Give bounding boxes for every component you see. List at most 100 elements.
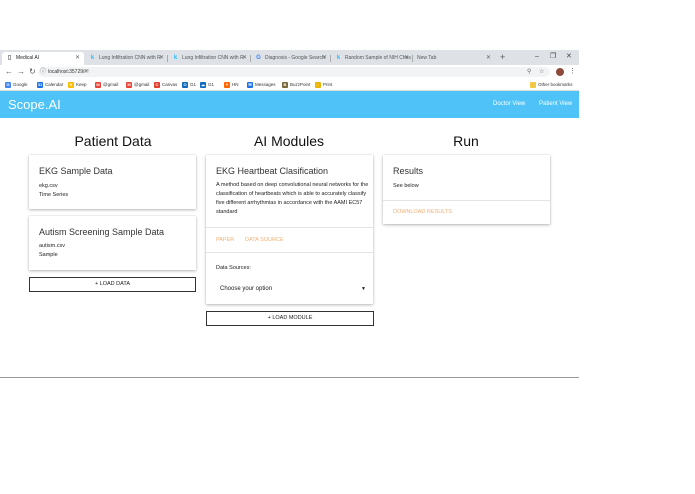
bookmark-label: HN [232, 82, 239, 87]
tab-lung-infiltration-1[interactable]: k Lung Infiltration CNN with R ✕ [85, 52, 168, 65]
close-icon[interactable]: ✕ [159, 52, 164, 65]
run-title: Run [453, 133, 479, 149]
ai-module-card: EKG Heartbeat Clasification A method bas… [206, 155, 373, 304]
close-icon[interactable]: ✕ [242, 52, 247, 65]
results-card: Results See below DOWNLOAD RESULTS [383, 155, 550, 224]
bookmark-label: Canvas [162, 82, 178, 87]
bookmark-label: Calendar [45, 82, 64, 87]
back-arrow-icon[interactable]: ← [5, 66, 13, 78]
tab-title: New Tab [417, 55, 437, 61]
tab-title: Random Sample of NIH Ches [345, 55, 411, 61]
ai-modules-title: AI Modules [253, 133, 325, 149]
forward-arrow-icon[interactable]: → [17, 66, 25, 78]
bookmark-icon: ✉ [247, 82, 253, 88]
bookmark-item[interactable]: B BuzzPoint [282, 80, 310, 90]
module-description: A method based on deep convolutional neu… [216, 182, 369, 215]
tab-new-tab[interactable]: New Tab ✕ [413, 52, 495, 65]
tab-title: Lung Infiltration CNN with R [182, 55, 244, 61]
bookmark-star-icon[interactable]: ☆ [539, 67, 544, 77]
close-icon[interactable]: ✕ [486, 52, 491, 65]
bookmark-item[interactable]: M @gmail [126, 80, 149, 90]
maximize-button[interactable]: ❐ [550, 51, 556, 63]
kaggle-icon: k [336, 55, 341, 61]
minimize-button[interactable]: – [535, 51, 539, 63]
google-icon: G [256, 55, 261, 61]
avatar[interactable] [556, 68, 564, 76]
card-title: Results [393, 166, 424, 176]
bookmark-label: @gmail [134, 82, 150, 87]
close-icon[interactable]: ✕ [75, 52, 80, 65]
nav-doctor-view[interactable]: Doctor View [493, 100, 525, 109]
card-type: Time Series [39, 192, 69, 198]
bookmark-icon: ✋ [315, 82, 321, 88]
reload-icon[interactable]: ↻ [29, 66, 36, 78]
bookmark-label: BuzzPoint [290, 82, 311, 87]
close-icon[interactable]: ✕ [322, 52, 327, 65]
other-bookmarks[interactable]: Other bookmarks [530, 80, 573, 90]
tab-medical-ai[interactable]: ▯ Medical AI ✕ [2, 52, 84, 65]
bookmark-icon: B [282, 82, 288, 88]
bookmark-icon: 31 [37, 82, 43, 88]
data-sources-label: Data Sources: [216, 265, 251, 271]
load-data-button[interactable]: + LOAD DATA [29, 277, 196, 292]
card-title: EKG Heartbeat Clasification [216, 166, 329, 176]
info-icon[interactable]: ⓘ [40, 67, 46, 77]
bookmark-icon: G [5, 82, 11, 88]
menu-kebab-icon[interactable]: ⋮ [569, 66, 576, 78]
data-source-select[interactable]: Choose your option ▼ [216, 282, 366, 296]
tab-lung-infiltration-2[interactable]: k Lung Infiltration CNN with R ✕ [168, 52, 251, 65]
results-text: See below [393, 183, 419, 189]
patient-data-card[interactable]: EKG Sample Data ekg.csv Time Series [29, 155, 196, 209]
patient-data-title: Patient Data [74, 133, 152, 149]
address-row: ← → ↻ ⓘ localhost:35729/#! ⚲ ☆ ⋮ [0, 65, 579, 79]
close-icon[interactable]: ✕ [404, 52, 409, 65]
app-header: Scope.AI Doctor View Patient View [0, 91, 579, 118]
screen: ▯ Medical AI ✕ k Lung Infiltration CNN w… [0, 0, 695, 494]
bookmark-item[interactable]: O G1 [182, 80, 196, 90]
window-close-button[interactable]: ✕ [566, 51, 572, 63]
nav-patient-view[interactable]: Patient View [539, 100, 572, 109]
bookmark-icon: O [182, 82, 188, 88]
other-bookmarks-label: Other bookmarks [538, 82, 573, 87]
bookmark-icon: ☁ [200, 82, 206, 88]
bookmark-item[interactable]: M @gmail [95, 80, 118, 90]
new-tab-button[interactable]: + [500, 52, 505, 63]
bookmark-label: @gmail [103, 82, 119, 87]
select-value: Choose your option [220, 286, 273, 292]
kaggle-icon: k [173, 55, 178, 61]
bookmark-item[interactable]: K Keep [68, 80, 87, 90]
address-text: localhost:35729/#! [48, 69, 89, 75]
browser-chrome: ▯ Medical AI ✕ k Lung Infiltration CNN w… [0, 50, 579, 91]
download-results-link[interactable]: DOWNLOAD RESULTS [393, 208, 452, 216]
folder-icon [530, 82, 536, 88]
bookmark-icon: Y [224, 82, 230, 88]
card-title: EKG Sample Data [39, 166, 113, 176]
bookmark-item[interactable]: C Canvas [154, 80, 177, 90]
card-title: Autism Screening Sample Data [39, 227, 165, 237]
bookmark-label: G1 [190, 82, 197, 87]
bookmark-label: Messages [255, 82, 276, 87]
patient-data-card[interactable]: Autism Screening Sample Data autism.csv … [29, 216, 196, 270]
data-source-link[interactable]: DATA SOURCE [245, 236, 284, 244]
bookmark-item[interactable]: ✋ Print [315, 80, 332, 90]
bookmark-label: G1 [208, 82, 215, 87]
bookmark-item[interactable]: Y HN [224, 80, 239, 90]
bookmark-icon: C [154, 82, 160, 88]
tab-title: Lung Infiltration CNN with R [99, 55, 161, 61]
bookmark-item[interactable]: ☁ G1 [200, 80, 214, 90]
zoom-icon[interactable]: ⚲ [527, 67, 531, 77]
bookmark-label: Keep [76, 82, 87, 87]
brand-logo[interactable]: Scope.AI [8, 96, 61, 113]
tab-title: Medical AI [16, 55, 40, 61]
bookmark-item[interactable]: ✉ Messages [247, 80, 276, 90]
load-module-button[interactable]: + LOAD MODULE [206, 311, 374, 326]
bookmark-label: Google [13, 82, 28, 87]
address-bar[interactable]: ⓘ localhost:35729/#! ⚲ ☆ [38, 67, 550, 77]
paper-link[interactable]: PAPER [216, 236, 234, 244]
card-type: Sample [39, 252, 58, 258]
bookmark-item[interactable]: G Google [5, 80, 28, 90]
tab-random-sample[interactable]: k Random Sample of NIH Ches ✕ [331, 52, 413, 65]
tab-google-search[interactable]: G Diagnosis - Google Search ✕ [251, 52, 331, 65]
bookmark-item[interactable]: 31 Calendar [37, 80, 63, 90]
card-file: ekg.csv [39, 183, 58, 189]
